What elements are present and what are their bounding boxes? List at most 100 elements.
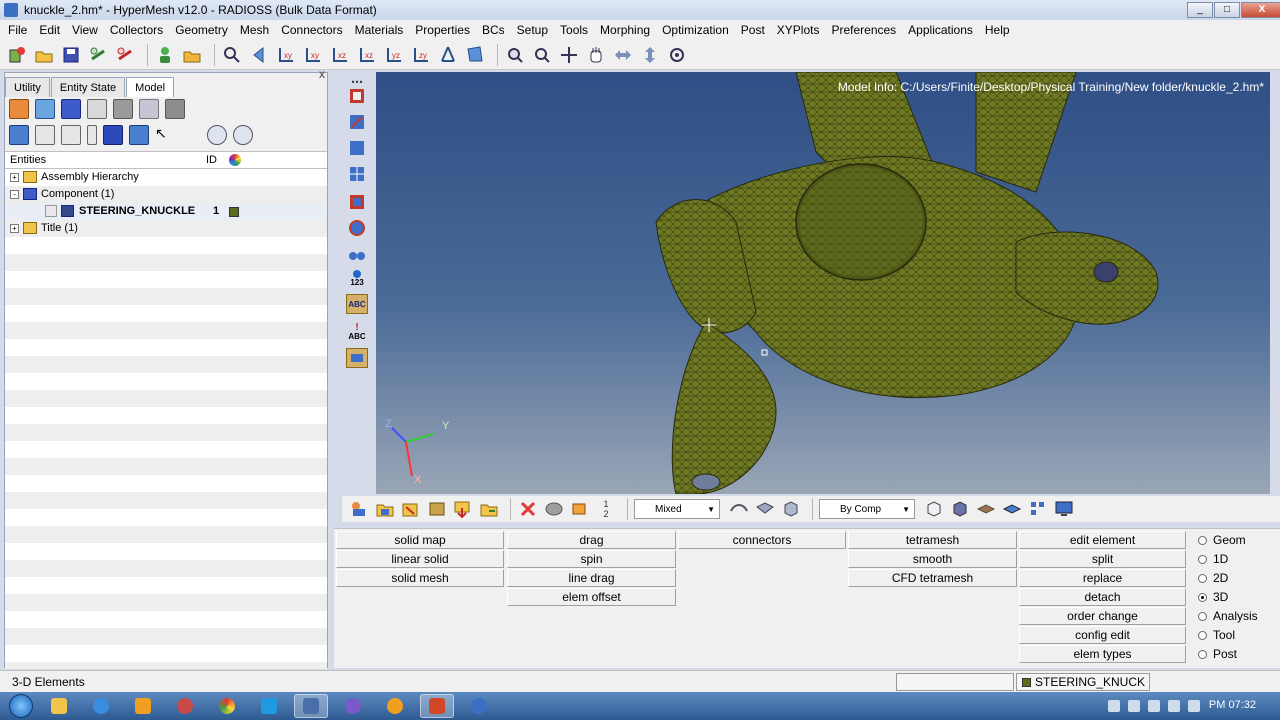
view-xy-top-icon[interactable]: xy	[275, 44, 297, 66]
taskbar-powerpoint-icon[interactable]	[420, 694, 454, 718]
menu-collectors[interactable]: Collectors	[104, 20, 169, 40]
mask-icon[interactable]	[346, 86, 368, 106]
rotate-center-icon[interactable]	[558, 44, 580, 66]
show-icon[interactable]	[103, 125, 123, 145]
transform-icon[interactable]	[569, 498, 591, 520]
rotate-view-icon[interactable]	[666, 44, 688, 66]
radio-3d[interactable]: 3D	[1198, 588, 1228, 606]
minimize-button[interactable]: _	[1187, 2, 1213, 18]
radio-post[interactable]: Post	[1198, 645, 1237, 663]
solid-map-button[interactable]: solid map	[336, 531, 504, 549]
sort-icon[interactable]	[87, 125, 97, 145]
zoom-window-icon[interactable]	[531, 44, 553, 66]
view-yz-bottom-icon[interactable]: zy	[410, 44, 432, 66]
order-change-button[interactable]: order change	[1019, 607, 1186, 625]
menu-mesh[interactable]: Mesh	[234, 20, 275, 40]
menu-preferences[interactable]: Preferences	[825, 20, 902, 40]
taskbar-outlook-icon[interactable]	[126, 694, 160, 718]
replace-button[interactable]: replace	[1019, 569, 1186, 587]
cfd-tetramesh-button[interactable]: CFD tetramesh	[848, 569, 1017, 587]
loadcol-view-icon[interactable]	[113, 99, 133, 119]
collapse-icon[interactable]	[61, 125, 81, 145]
view-yz-icon[interactable]: yz	[383, 44, 405, 66]
menu-setup[interactable]: Setup	[511, 20, 554, 40]
view-xy-bottom-icon[interactable]: xy	[302, 44, 324, 66]
pan-horizontal-icon[interactable]	[612, 44, 634, 66]
view-xz-bottom-icon[interactable]: xz	[356, 44, 378, 66]
expand-all-icon[interactable]	[9, 125, 29, 145]
entities-column-header[interactable]: Entities	[10, 154, 46, 166]
tray-arrow-icon[interactable]	[1108, 700, 1120, 712]
spin-button[interactable]: spin	[507, 550, 676, 568]
config-edit-button[interactable]: config edit	[1019, 626, 1186, 644]
tree-row-steering-knuckle[interactable]: STEERING_KNUCKLE 1	[5, 203, 327, 220]
taskbar-hypermesh-icon[interactable]	[294, 694, 328, 718]
menu-help[interactable]: Help	[979, 20, 1016, 40]
menu-morphing[interactable]: Morphing	[594, 20, 656, 40]
cursor-select-icon[interactable]: ↖	[155, 125, 175, 145]
radio-1d[interactable]: 1D	[1198, 550, 1228, 568]
browser-folder-icon[interactable]	[181, 44, 203, 66]
taskbar-ie-icon[interactable]	[84, 694, 118, 718]
menu-file[interactable]: File	[2, 20, 33, 40]
geometry-display-icon[interactable]	[728, 498, 750, 520]
system-view-icon[interactable]	[139, 99, 159, 119]
material-view-icon[interactable]	[87, 99, 107, 119]
taskbar-browser-icon[interactable]	[336, 694, 370, 718]
color-mode-dropdown[interactable]: By Comp ▼	[819, 499, 915, 519]
shaded-elements-icon[interactable]	[1001, 498, 1023, 520]
tray-volume-icon[interactable]	[1188, 700, 1200, 712]
connectors-button[interactable]: connectors	[678, 531, 846, 549]
elem-offset-button[interactable]: elem offset	[507, 588, 676, 606]
taskbar-skype-icon[interactable]	[252, 694, 286, 718]
property-view-icon[interactable]	[61, 99, 81, 119]
id-column-header[interactable]: ID	[206, 154, 217, 166]
shaded-view-icon[interactable]	[346, 348, 368, 368]
menu-tools[interactable]: Tools	[554, 20, 594, 40]
maximize-button[interactable]: □	[1214, 2, 1240, 18]
elem-types-button[interactable]: elem types	[1019, 645, 1186, 663]
color-column-icon[interactable]	[229, 154, 241, 166]
radio-geom[interactable]: Geom	[1198, 531, 1246, 549]
radio-analysis[interactable]: Analysis	[1198, 607, 1258, 625]
eye-show-hide-icon[interactable]	[207, 125, 227, 145]
shaded-surface-icon[interactable]	[543, 498, 565, 520]
components-icon[interactable]	[348, 498, 370, 520]
tray-display-icon[interactable]	[1168, 700, 1180, 712]
menu-connectors[interactable]: Connectors	[275, 20, 348, 40]
reverse-display-icon[interactable]	[346, 138, 368, 158]
taskbar-network-app-icon[interactable]	[462, 694, 496, 718]
tab-entity-state[interactable]: Entity State	[50, 77, 126, 97]
new-model-icon[interactable]	[6, 44, 28, 66]
menu-geometry[interactable]: Geometry	[169, 20, 234, 40]
taskbar-app-icon[interactable]	[168, 694, 202, 718]
monitor-icon[interactable]	[1053, 498, 1075, 520]
show-all-icon[interactable]	[346, 164, 368, 184]
move-down-icon[interactable]	[452, 498, 474, 520]
previous-view-icon[interactable]	[248, 44, 270, 66]
menu-edit[interactable]: Edit	[33, 20, 66, 40]
element-shaded-icon[interactable]	[780, 498, 802, 520]
collapse-icon[interactable]: -	[10, 190, 19, 199]
steering-knuckle-mesh[interactable]	[655, 72, 1159, 494]
assembly-view-icon[interactable]	[35, 99, 55, 119]
component-view-icon[interactable]	[9, 99, 29, 119]
export-icon[interactable]	[114, 44, 136, 66]
menu-optimization[interactable]: Optimization	[656, 20, 735, 40]
expand-icon[interactable]: +	[10, 224, 19, 233]
start-button[interactable]	[0, 692, 42, 720]
split-button[interactable]: split	[1019, 550, 1186, 568]
menu-properties[interactable]: Properties	[409, 20, 476, 40]
taskbar-clock[interactable]: PM 07:32	[1209, 699, 1256, 711]
menu-post[interactable]: Post	[735, 20, 771, 40]
filter-icon[interactable]	[35, 125, 55, 145]
tree-row-title[interactable]: + Title (1)	[5, 220, 327, 237]
taskbar-media-icon[interactable]	[378, 694, 412, 718]
sphere-clip-icon[interactable]	[346, 218, 368, 238]
folder-dropdown-icon[interactable]	[478, 498, 500, 520]
linear-solid-button[interactable]: linear solid	[336, 550, 504, 568]
menu-bcs[interactable]: BCs	[476, 20, 511, 40]
find-icon[interactable]	[346, 112, 368, 132]
entity-labels-icon[interactable]: ABC	[346, 294, 368, 314]
drag-button[interactable]: drag	[507, 531, 676, 549]
